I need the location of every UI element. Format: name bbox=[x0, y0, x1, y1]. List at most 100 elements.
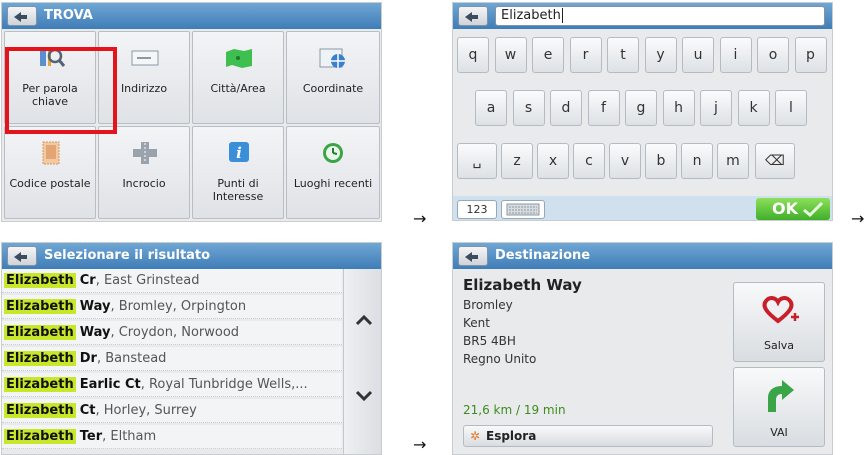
numeric-mode-button[interactable]: 123 bbox=[457, 200, 497, 219]
back-button[interactable] bbox=[458, 246, 488, 266]
table-row[interactable]: Elizabeth Cr, East Grinstead bbox=[2, 269, 342, 293]
match-highlight: Elizabeth bbox=[4, 429, 76, 444]
key-7[interactable]: i bbox=[719, 37, 752, 73]
location-text: , Banstead bbox=[96, 351, 167, 366]
search-input[interactable]: Elizabeth bbox=[495, 6, 825, 26]
key-7[interactable]: k bbox=[737, 90, 770, 126]
title-bar: Selezionare il risultato bbox=[2, 243, 381, 269]
key-3[interactable]: f bbox=[587, 90, 620, 126]
city-area-icon bbox=[226, 49, 252, 68]
key-9[interactable]: p bbox=[794, 37, 827, 73]
key-5[interactable]: y bbox=[644, 37, 677, 73]
keyboard-layout-button[interactable] bbox=[501, 200, 545, 219]
step-arrow: → bbox=[413, 435, 427, 454]
back-button[interactable] bbox=[7, 246, 37, 266]
key-5[interactable]: b bbox=[645, 143, 677, 179]
go-button[interactable]: VAI bbox=[733, 367, 825, 447]
address-icon bbox=[131, 50, 159, 66]
scroll-arrows bbox=[355, 314, 373, 402]
key-4[interactable]: v bbox=[609, 143, 641, 179]
location-text: , Royal Tunbridge Wells,... bbox=[140, 377, 308, 392]
city-area-button[interactable]: Città/Area bbox=[192, 31, 284, 124]
table-row[interactable]: Elizabeth Way, Bromley, Orpington bbox=[2, 295, 342, 319]
destination-panel: Destinazione Elizabeth Way Bromley Kent … bbox=[452, 242, 833, 455]
street-type: Dr bbox=[79, 351, 97, 366]
clock-icon bbox=[323, 143, 343, 163]
back-button[interactable] bbox=[458, 6, 488, 26]
key-8[interactable]: o bbox=[757, 37, 789, 73]
street-type: Cr bbox=[79, 273, 96, 288]
location-text: , Bromley, Orpington bbox=[110, 299, 247, 314]
address-line: Kent bbox=[463, 316, 490, 330]
scroll-down-icon[interactable] bbox=[355, 390, 373, 402]
page-title: Selezionare il risultato bbox=[44, 248, 211, 263]
key-4[interactable]: t bbox=[607, 37, 639, 73]
intersection-button[interactable]: Incrocio bbox=[98, 126, 190, 219]
postcode-icon bbox=[42, 141, 60, 165]
distance-time: 21,6 km / 19 min bbox=[463, 403, 566, 417]
street-type: Earlic Ct bbox=[79, 377, 141, 392]
intersection-label: Incrocio bbox=[122, 177, 166, 190]
key-6[interactable]: u bbox=[682, 37, 714, 73]
table-row[interactable]: Elizabeth Way, Croydon, Norwood bbox=[2, 321, 342, 345]
keyboard-panel: Elizabeth q w e r t y u i o p a s d f g h j k l ␣ z x c v b n m ⌫ 1… bbox=[452, 2, 833, 221]
match-highlight: Elizabeth bbox=[4, 273, 76, 288]
key-2[interactable]: x bbox=[537, 143, 569, 179]
key-7[interactable]: m bbox=[717, 143, 749, 179]
ok-button[interactable]: OK bbox=[756, 198, 830, 220]
location-text: , Croydon, Norwood bbox=[110, 325, 240, 340]
postcode-button[interactable]: Codice postale bbox=[4, 126, 96, 219]
key-1[interactable]: w bbox=[494, 37, 527, 73]
list-scrollbar[interactable] bbox=[343, 269, 381, 454]
page-title: Destinazione bbox=[495, 248, 591, 263]
explore-icon: ✲ bbox=[470, 429, 481, 443]
scroll-up-icon[interactable] bbox=[355, 314, 373, 326]
key-8[interactable]: ⌫ bbox=[755, 143, 795, 179]
key-2[interactable]: e bbox=[532, 37, 564, 73]
address-line: BR5 4BH bbox=[463, 334, 516, 348]
back-button[interactable] bbox=[7, 6, 37, 26]
explore-button[interactable]: ✲ Esplora bbox=[463, 425, 713, 447]
intersection-icon bbox=[133, 142, 157, 164]
recent-places-button[interactable]: Luoghi recenti bbox=[286, 126, 380, 219]
poi-button[interactable]: i Punti di Interesse bbox=[192, 126, 284, 219]
back-arrow-icon bbox=[465, 12, 478, 22]
key-3[interactable]: c bbox=[573, 143, 605, 179]
back-arrow-icon bbox=[14, 12, 27, 22]
postcode-label: Codice postale bbox=[9, 177, 91, 190]
find-panel: TROVA Per parola chiave Indirizzo Città/… bbox=[1, 2, 382, 222]
results-panel: Selezionare il risultato Elizabeth Cr, Ea… bbox=[1, 242, 382, 455]
key-5[interactable]: h bbox=[662, 90, 695, 126]
keyboard-icon bbox=[506, 203, 540, 216]
street-type: Ct bbox=[79, 403, 96, 418]
table-row[interactable]: Elizabeth Dr, Banstead bbox=[2, 347, 342, 371]
location-text: , East Grinstead bbox=[95, 273, 200, 288]
key-3[interactable]: r bbox=[569, 37, 602, 73]
key-4[interactable]: g bbox=[625, 90, 657, 126]
table-row[interactable]: Elizabeth Earlic Ct, Royal Tunbridge Well… bbox=[2, 373, 342, 397]
location-text: , Eltham bbox=[102, 429, 157, 444]
heart-add-icon bbox=[762, 296, 799, 324]
address-line: Bromley bbox=[463, 298, 513, 312]
key-6[interactable]: n bbox=[681, 143, 713, 179]
key-8[interactable]: l bbox=[775, 90, 807, 126]
key-0[interactable]: ␣ bbox=[457, 143, 497, 179]
key-1[interactable]: z bbox=[501, 143, 533, 179]
key-6[interactable]: j bbox=[700, 90, 732, 126]
coordinates-button[interactable]: Coordinate bbox=[286, 31, 380, 124]
key-2[interactable]: d bbox=[550, 90, 582, 126]
match-highlight: Elizabeth bbox=[4, 351, 76, 366]
save-button[interactable]: Salva bbox=[733, 282, 825, 362]
go-label: VAI bbox=[770, 426, 788, 439]
back-arrow-icon bbox=[465, 252, 478, 262]
svg-text:i: i bbox=[236, 144, 242, 162]
table-row[interactable]: Elizabeth Ct, Horley, Surrey bbox=[2, 399, 342, 423]
key-1[interactable]: s bbox=[512, 90, 545, 126]
destination-name: Elizabeth Way bbox=[463, 276, 582, 294]
table-row[interactable]: Elizabeth Ter, Eltham bbox=[2, 425, 342, 449]
title-bar: TROVA bbox=[2, 3, 381, 29]
street-type: Way bbox=[79, 299, 111, 314]
title-bar: Destinazione bbox=[453, 243, 832, 269]
key-0[interactable]: a bbox=[475, 90, 507, 126]
key-0[interactable]: q bbox=[457, 37, 489, 73]
